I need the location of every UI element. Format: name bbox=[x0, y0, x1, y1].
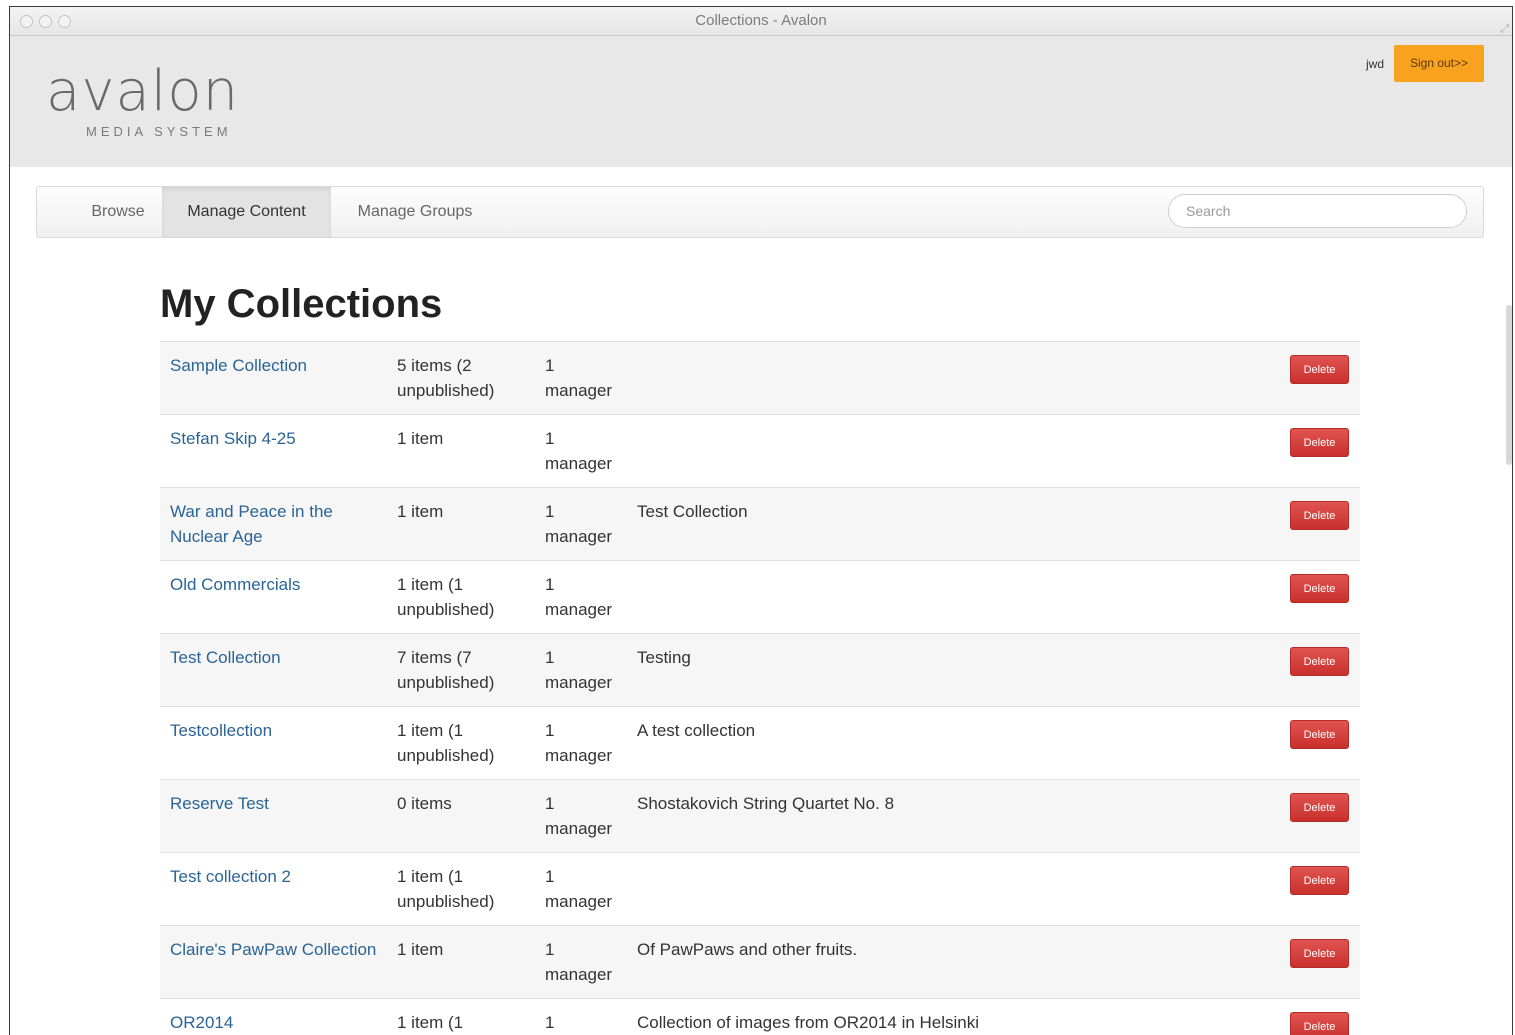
delete-button[interactable]: Delete bbox=[1290, 428, 1349, 457]
collection-description: A test collection bbox=[637, 721, 756, 740]
main-navbar: Browse Manage Content Manage Groups bbox=[36, 186, 1484, 238]
window-titlebar: Collections - Avalon ⤢ bbox=[10, 7, 1512, 36]
delete-button[interactable]: Delete bbox=[1290, 647, 1349, 676]
table-row: Testcollection 1 item (1 unpublished) 1 … bbox=[160, 707, 1360, 780]
logo-wordmark[interactable]: avalon bbox=[46, 62, 239, 122]
delete-button[interactable]: Delete bbox=[1290, 939, 1349, 968]
collection-item-count: 0 items bbox=[397, 794, 452, 813]
table-row: Reserve Test 0 items 1 manager Shostakov… bbox=[160, 780, 1360, 853]
collection-name-link[interactable]: Sample Collection bbox=[170, 353, 380, 378]
delete-button[interactable]: Delete bbox=[1290, 355, 1349, 384]
collection-manager-count: 1 manager bbox=[545, 648, 613, 692]
collection-name-link[interactable]: War and Peace in the Nuclear Age bbox=[170, 499, 380, 549]
window-controls bbox=[20, 15, 71, 28]
search-input[interactable] bbox=[1168, 194, 1467, 228]
collection-item-count: 1 item (1 unpublished) bbox=[397, 721, 495, 765]
window-title: Collections - Avalon bbox=[695, 12, 827, 29]
collection-name-link[interactable]: Reserve Test bbox=[170, 791, 380, 816]
page-scrollbar[interactable] bbox=[1506, 305, 1512, 465]
collection-manager-count: 1 manager bbox=[545, 867, 613, 911]
collection-manager-count: 1 manager bbox=[545, 940, 613, 984]
collection-name-link[interactable]: Test Collection bbox=[170, 645, 380, 670]
collection-description: Test Collection bbox=[637, 502, 748, 521]
table-row: OR2014 1 item (1 1 Collection of images … bbox=[160, 999, 1360, 1035]
collection-manager-count: 1 manager bbox=[545, 502, 613, 546]
collection-manager-count: 1 manager bbox=[545, 356, 613, 400]
collection-name-link[interactable]: Stefan Skip 4-25 bbox=[170, 426, 380, 451]
delete-button[interactable]: Delete bbox=[1290, 1012, 1349, 1035]
close-window-icon[interactable] bbox=[20, 15, 33, 28]
table-row: Test collection 2 1 item (1 unpublished)… bbox=[160, 853, 1360, 926]
delete-button[interactable]: Delete bbox=[1290, 720, 1349, 749]
collection-item-count: 1 item (1 unpublished) bbox=[397, 575, 495, 619]
table-row: Sample Collection 5 items (2 unpublished… bbox=[160, 342, 1360, 415]
collection-item-count: 1 item bbox=[397, 502, 444, 521]
table-row: Old Commercials 1 item (1 unpublished) 1… bbox=[160, 561, 1360, 634]
zoom-window-icon[interactable] bbox=[58, 15, 71, 28]
minimize-window-icon[interactable] bbox=[39, 15, 52, 28]
tab-manage-content[interactable]: Manage Content bbox=[162, 187, 331, 237]
delete-button[interactable]: Delete bbox=[1290, 793, 1349, 822]
collection-description: Of PawPaws and other fruits. bbox=[637, 940, 858, 959]
table-row: Claire's PawPaw Collection 1 item 1 mana… bbox=[160, 926, 1360, 999]
collections-table: Sample Collection 5 items (2 unpublished… bbox=[160, 341, 1360, 1035]
table-row: Stefan Skip 4-25 1 item 1 manager Delete bbox=[160, 415, 1360, 488]
table-row: War and Peace in the Nuclear Age 1 item … bbox=[160, 488, 1360, 561]
collection-name-link[interactable]: Old Commercials bbox=[170, 572, 380, 597]
collection-name-link[interactable]: OR2014 bbox=[170, 1010, 380, 1035]
collection-name-link[interactable]: Testcollection bbox=[170, 718, 380, 743]
collection-manager-count: 1 manager bbox=[545, 575, 613, 619]
site-header: avalon MEDIA SYSTEM jwd Sign out>> bbox=[10, 36, 1512, 167]
tab-manage-groups[interactable]: Manage Groups bbox=[345, 187, 485, 237]
collection-item-count: 1 item bbox=[397, 940, 444, 959]
collection-item-count: 1 item bbox=[397, 429, 444, 448]
collection-manager-count: 1 manager bbox=[545, 721, 613, 765]
table-row: Test Collection 7 items (7 unpublished) … bbox=[160, 634, 1360, 707]
delete-button[interactable]: Delete bbox=[1290, 574, 1349, 603]
logo-subtitle: MEDIA SYSTEM bbox=[86, 124, 232, 139]
delete-button[interactable]: Delete bbox=[1290, 501, 1349, 530]
collection-item-count: 7 items (7 unpublished) bbox=[397, 648, 495, 692]
collection-description: Shostakovich String Quartet No. 8 bbox=[637, 794, 895, 813]
collection-item-count: 5 items (2 unpublished) bbox=[397, 356, 495, 400]
browser-window: Collections - Avalon ⤢ avalon MEDIA SYST… bbox=[9, 6, 1513, 1035]
collection-name-link[interactable]: Test collection 2 bbox=[170, 864, 380, 889]
page-title: My Collections bbox=[160, 282, 443, 326]
collection-manager-count: 1 manager bbox=[545, 429, 613, 473]
current-user: jwd bbox=[1366, 57, 1385, 71]
collection-item-count: 1 item (1 unpublished) bbox=[397, 867, 495, 911]
collection-description: Collection of images from OR2014 in Hels… bbox=[637, 1013, 980, 1032]
collection-description: Testing bbox=[637, 648, 691, 667]
collection-name-link[interactable]: Claire's PawPaw Collection bbox=[170, 937, 380, 962]
sign-out-button[interactable]: Sign out>> bbox=[1394, 45, 1484, 82]
collection-manager-count: 1 manager bbox=[545, 794, 613, 838]
tab-browse[interactable]: Browse bbox=[79, 187, 157, 237]
collection-item-count: 1 item (1 bbox=[397, 1013, 464, 1032]
collection-manager-count: 1 bbox=[545, 1013, 555, 1032]
delete-button[interactable]: Delete bbox=[1290, 866, 1349, 895]
